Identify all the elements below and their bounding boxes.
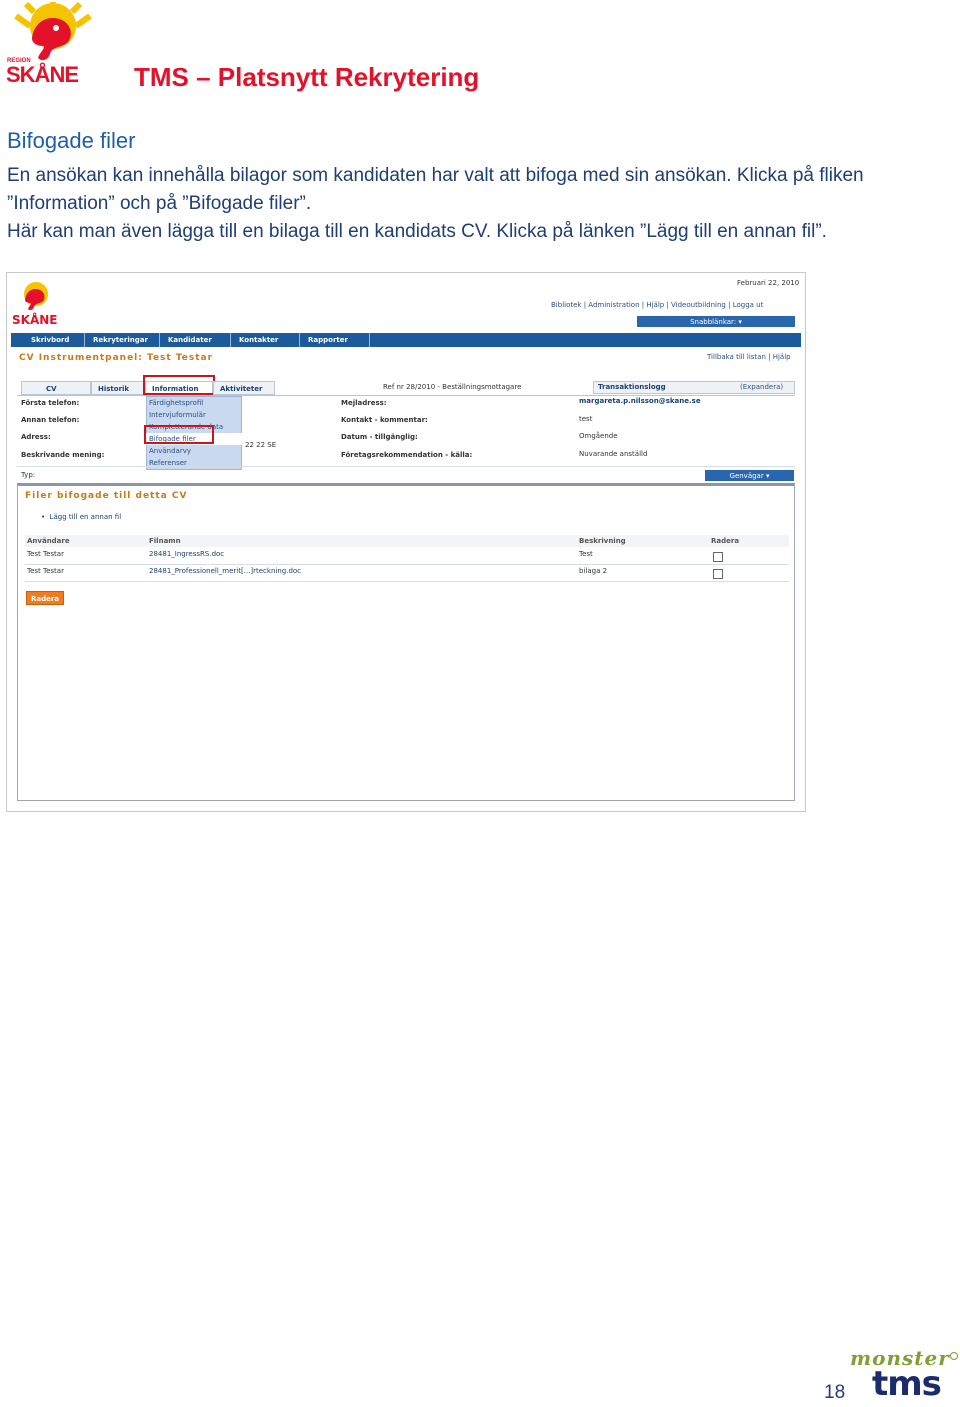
- label-foretagsrekommendation: Företagsrekommendation - källa:: [341, 451, 473, 459]
- files-title: Filer bifogade till detta CV: [25, 491, 188, 501]
- row-2-desc: bilaga 2: [579, 567, 608, 575]
- top-links: Bibliotek | Administration | Hjälp | Vid…: [551, 301, 764, 309]
- label-forsta-telefon: Första telefon:: [21, 399, 80, 407]
- menu-item-anvandarvy[interactable]: Användarvy: [146, 445, 242, 457]
- document-title: TMS – Platsnytt Rekrytering: [134, 62, 480, 92]
- row-1-user: Test Testar: [27, 550, 64, 558]
- link-administration[interactable]: Administration: [588, 301, 639, 309]
- row-1-file[interactable]: 28481_IngressRS.doc: [149, 550, 224, 558]
- panel-title: CV Instrumentpanel: Test Testar: [19, 353, 214, 363]
- snabblankar-dropdown[interactable]: Snabblänkar: ▾: [637, 316, 795, 327]
- menu-item-intervjuformular[interactable]: Intervjuformulär: [146, 409, 242, 421]
- value-datum: Omgående: [579, 432, 618, 440]
- value-foretag: Nuvarande anställd: [579, 450, 648, 458]
- screenshot-logo-text: SKÅNE: [12, 313, 58, 327]
- paragraph-line-3: Här kan man även lägga till en bilaga ti…: [7, 221, 827, 242]
- nav-tab-kandidater[interactable]: Kandidater: [160, 333, 231, 347]
- section-heading: Bifogade filer: [7, 128, 136, 153]
- ref-text: Ref nr 28/2010 - Beställningsmottagare: [383, 383, 522, 391]
- label-annan-telefon: Annan telefon:: [21, 416, 80, 424]
- typ-label: Typ:: [21, 471, 36, 479]
- menu-item-referenser[interactable]: Referenser: [146, 457, 242, 469]
- genvagar-dropdown[interactable]: Genvägar ▾: [705, 470, 794, 481]
- typ-divider: [17, 466, 795, 467]
- nav-tab-kontakter[interactable]: Kontakter: [231, 333, 300, 347]
- chevron-down-icon: ▾: [738, 318, 742, 326]
- subtab-historik[interactable]: Historik: [91, 381, 145, 395]
- bullet-icon: •: [41, 513, 46, 521]
- menu-item-fardighetsprofil[interactable]: Färdighetsprofil: [146, 397, 242, 409]
- information-highlight-box: [143, 375, 215, 395]
- bifogade-filer-highlight-box: [144, 425, 214, 444]
- table-header-beskrivning: Beskrivning: [579, 537, 626, 545]
- logo-text: SKÅNE: [6, 62, 79, 87]
- row-1-delete-checkbox[interactable]: [713, 552, 723, 562]
- address-fragment: 22 22 SE: [245, 441, 277, 449]
- table-header-filnamn: Filnamn: [149, 537, 181, 545]
- label-mejladress: Mejladress:: [341, 399, 387, 407]
- table-header-anvandare: Användare: [27, 537, 70, 545]
- paragraph-line-2: ”Information” och på ”Bifogade filer”.: [7, 193, 312, 214]
- embedded-tms-screenshot: SKÅNE Februari 22, 2010 Bibliotek | Admi…: [6, 272, 806, 812]
- nav-tab-rapporter[interactable]: Rapporter: [300, 333, 370, 347]
- radera-button[interactable]: Radera: [26, 591, 64, 605]
- page-number: 18: [824, 1382, 846, 1403]
- back-links[interactable]: Tillbaka till listan | Hjälp: [707, 353, 791, 361]
- chevron-down-icon: ▾: [765, 472, 770, 480]
- row-2-file[interactable]: 28481_Professionell_merit[...]rteckning.…: [149, 567, 301, 575]
- tms-logo: tms: [872, 1364, 942, 1404]
- subtab-underline: [17, 395, 795, 396]
- table-header-radera: Radera: [711, 537, 740, 545]
- row-2-delete-checkbox[interactable]: [713, 569, 723, 579]
- date-label: Februari 22, 2010: [737, 279, 800, 287]
- files-panel: [17, 483, 795, 801]
- row-divider: [25, 564, 789, 565]
- row-2-user: Test Testar: [27, 567, 64, 575]
- nav-tab-skrivbord[interactable]: Skrivbord: [23, 333, 85, 347]
- registered-mark: [950, 1352, 958, 1360]
- row-divider: [25, 581, 789, 582]
- link-videoutbildning[interactable]: Videoutbildning: [671, 301, 726, 309]
- paragraph-line-1: En ansökan kan innehålla bilagor som kan…: [7, 165, 864, 186]
- row-1-desc: Test: [579, 550, 593, 558]
- add-file-link[interactable]: • Lägg till en annan fil: [41, 513, 121, 521]
- transaktionslogg-label[interactable]: Transaktionslogg: [598, 383, 666, 391]
- value-mejladress[interactable]: margareta.p.nilsson@skane.se: [579, 397, 701, 405]
- value-kontakt: test: [579, 415, 593, 423]
- nav-tab-rekryteringar[interactable]: Rekryteringar: [85, 333, 160, 347]
- label-adress: Adress:: [21, 433, 51, 441]
- link-hjalp[interactable]: Hjälp: [646, 301, 664, 309]
- label-datum-tillganglig: Datum - tillgänglig:: [341, 433, 418, 441]
- expandera-link[interactable]: (Expandera): [740, 383, 783, 391]
- region-skane-logo: REGION SKÅNE: [4, 0, 102, 90]
- screenshot-logo: SKÅNE: [11, 281, 61, 327]
- subtab-aktiviteter[interactable]: Aktiviteter: [213, 381, 275, 395]
- subtab-cv[interactable]: CV: [21, 381, 91, 395]
- label-kontakt-kommentar: Kontakt - kommentar:: [341, 416, 428, 424]
- table-header-row: [25, 535, 789, 547]
- link-logga-ut[interactable]: Logga ut: [733, 301, 764, 309]
- link-bibliotek[interactable]: Bibliotek: [551, 301, 581, 309]
- label-beskrivande-mening: Beskrivande mening:: [21, 451, 105, 459]
